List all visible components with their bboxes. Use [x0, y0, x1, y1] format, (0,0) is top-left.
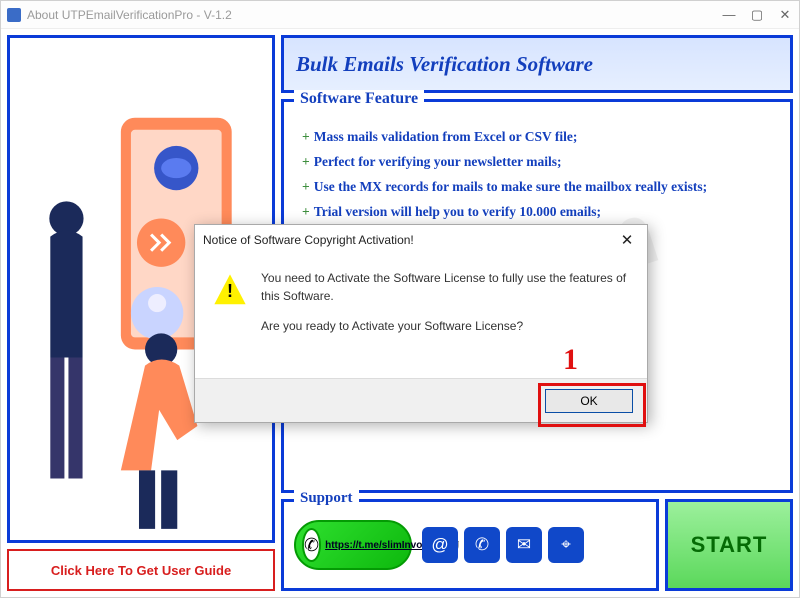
user-guide-button[interactable]: Click Here To Get User Guide — [7, 549, 275, 591]
location-icon[interactable]: ⌖ — [548, 527, 584, 563]
phone-icon[interactable]: ✆ — [464, 527, 500, 563]
dialog-line1: You need to Activate the Software Licens… — [261, 269, 629, 305]
window-controls: — ▢ ✕ — [721, 7, 793, 23]
start-button[interactable]: START — [665, 499, 793, 591]
feature-item: +Perfect for verifying your newsletter m… — [302, 154, 776, 170]
dialog-footer: OK — [195, 378, 647, 422]
minimize-button[interactable]: — — [721, 7, 737, 23]
app-icon — [7, 8, 21, 22]
contact-icons: @ ✆ ✉ ⌖ — [422, 527, 584, 563]
product-title: Bulk Emails Verification Software — [296, 52, 593, 77]
close-window-button[interactable]: ✕ — [777, 7, 793, 23]
feature-item: +Mass mails validation from Excel or CSV… — [302, 129, 776, 145]
feature-item: +Use the MX records for mails to make su… — [302, 179, 776, 195]
dialog-titlebar: Notice of Software Copyright Activation!… — [195, 225, 647, 255]
dialog-close-button[interactable]: ✕ — [615, 231, 639, 249]
whatsapp-icon: ✆ — [302, 528, 321, 562]
features-legend: Software Feature — [294, 90, 424, 108]
warning-icon — [213, 273, 247, 307]
user-guide-label: Click Here To Get User Guide — [51, 563, 231, 578]
feature-item: +Trial version will help you to verify 1… — [302, 204, 776, 220]
ok-button[interactable]: OK — [545, 389, 633, 413]
titlebar: About UTPEmailVerificationPro - V-1.2 — … — [1, 1, 799, 29]
activation-dialog: Notice of Software Copyright Activation!… — [194, 224, 648, 423]
maximize-button[interactable]: ▢ — [749, 7, 765, 23]
at-icon[interactable]: @ — [422, 527, 458, 563]
window-title: About UTPEmailVerificationPro - V-1.2 — [27, 8, 721, 22]
telegram-link[interactable]: ✆ https://t.me/slimInvoices ☜ — [294, 520, 412, 570]
dialog-message: You need to Activate the Software Licens… — [261, 269, 629, 370]
dialog-body: You need to Activate the Software Licens… — [195, 255, 647, 378]
mail-icon[interactable]: ✉ — [506, 527, 542, 563]
product-title-panel: Bulk Emails Verification Software — [281, 35, 793, 93]
start-label: START — [691, 532, 768, 558]
support-legend: Support — [294, 490, 359, 507]
dialog-line2: Are you ready to Activate your Software … — [261, 317, 629, 335]
dialog-title-text: Notice of Software Copyright Activation! — [203, 233, 615, 247]
bottom-row: Support ✆ https://t.me/slimInvoices ☜ @ … — [281, 499, 793, 591]
support-panel: Support ✆ https://t.me/slimInvoices ☜ @ … — [281, 499, 659, 591]
